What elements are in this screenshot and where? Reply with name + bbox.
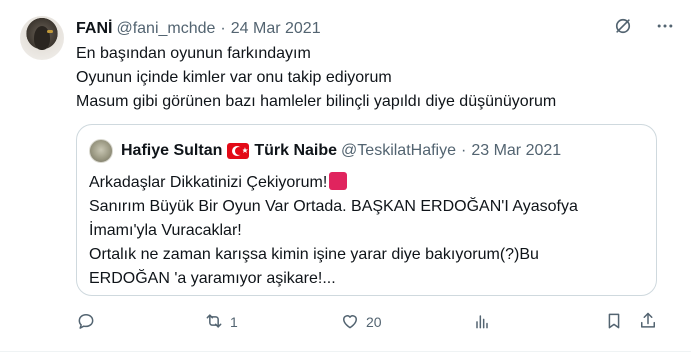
quoted-line: İmamı'yla Vuracaklar! [89, 222, 242, 239]
retweet-count: 1 [230, 314, 238, 330]
quoted-header-separator: · [461, 142, 467, 159]
header-separator: · [220, 20, 226, 37]
bookmark-button[interactable] [604, 310, 624, 334]
retweet-button[interactable]: 1 [204, 310, 238, 334]
quoted-tweet[interactable]: Hafiye Sultan ★ Türk Naibe @TeskilatHafi… [76, 124, 657, 296]
turkey-flag-icon: ★ [227, 143, 250, 159]
views-button[interactable] [472, 310, 498, 334]
share-icon [638, 311, 658, 334]
tweet-text: En başından oyunun farkındayım Oyunun iç… [76, 42, 556, 114]
tweet[interactable]: FANİ @fani_mchde · 24 Mar 2021 En başınd… [0, 0, 691, 352]
quoted-author-handle[interactable]: @TeskilatHafiye [341, 142, 456, 160]
quoted-tweet-text: Arkadaşlar Dikkatinizi Çekiyorum! Sanırı… [89, 171, 644, 291]
quoted-line: Ortalık ne zaman karışsa kimin işine yar… [89, 246, 539, 263]
tweet-action-bar: 1 20 [76, 310, 666, 334]
quoted-line: ERDOĞAN 'a yaramıyor aşikare!... [89, 270, 336, 287]
quoted-tweet-date[interactable]: 23 Mar 2021 [471, 142, 561, 160]
quoted-tweet-header: Hafiye Sultan ★ Türk Naibe @TeskilatHafi… [121, 140, 561, 162]
author-name[interactable]: FANİ [76, 20, 112, 38]
quoted-author-avatar[interactable] [89, 139, 113, 163]
tweet-date[interactable]: 24 Mar 2021 [231, 20, 321, 38]
bookmark-icon [604, 311, 624, 334]
red-square-emoji-icon [329, 172, 348, 190]
share-button[interactable] [638, 310, 658, 334]
quoted-author-name-part1[interactable]: Hafiye Sultan [121, 142, 222, 160]
reply-icon [76, 311, 96, 334]
more-icon[interactable] [655, 16, 675, 41]
quoted-line: Sanırım Büyük Bir Oyun Var Ortada. BAŞKA… [89, 198, 578, 215]
tweet-line: Oyunun içinde kimler var onu takip ediyo… [76, 69, 392, 86]
like-button[interactable]: 20 [340, 310, 382, 334]
reply-button[interactable] [76, 310, 102, 334]
retweet-icon [204, 311, 224, 334]
tweet-header: FANİ @fani_mchde · 24 Mar 2021 [76, 18, 321, 40]
tweet-line: Masum gibi görünen bazı hamleler bilinçl… [76, 93, 557, 110]
quoted-line: Arkadaşlar Dikkatinizi Çekiyorum! [89, 174, 328, 191]
quoted-author-name-part2[interactable]: Türk Naibe [254, 142, 337, 160]
author-handle[interactable]: @fani_mchde [116, 20, 215, 38]
tweet-line: En başından oyunun farkındayım [76, 45, 311, 62]
author-avatar[interactable] [20, 16, 64, 60]
bird-beak [47, 30, 53, 33]
quoted-line-wrapper: Arkadaşlar Dikkatinizi Çekiyorum! [89, 171, 644, 195]
views-icon [472, 311, 492, 334]
like-count: 20 [366, 314, 382, 330]
like-icon [340, 311, 360, 334]
grok-slash-icon[interactable] [613, 16, 633, 41]
tweet-top-actions [613, 16, 675, 41]
